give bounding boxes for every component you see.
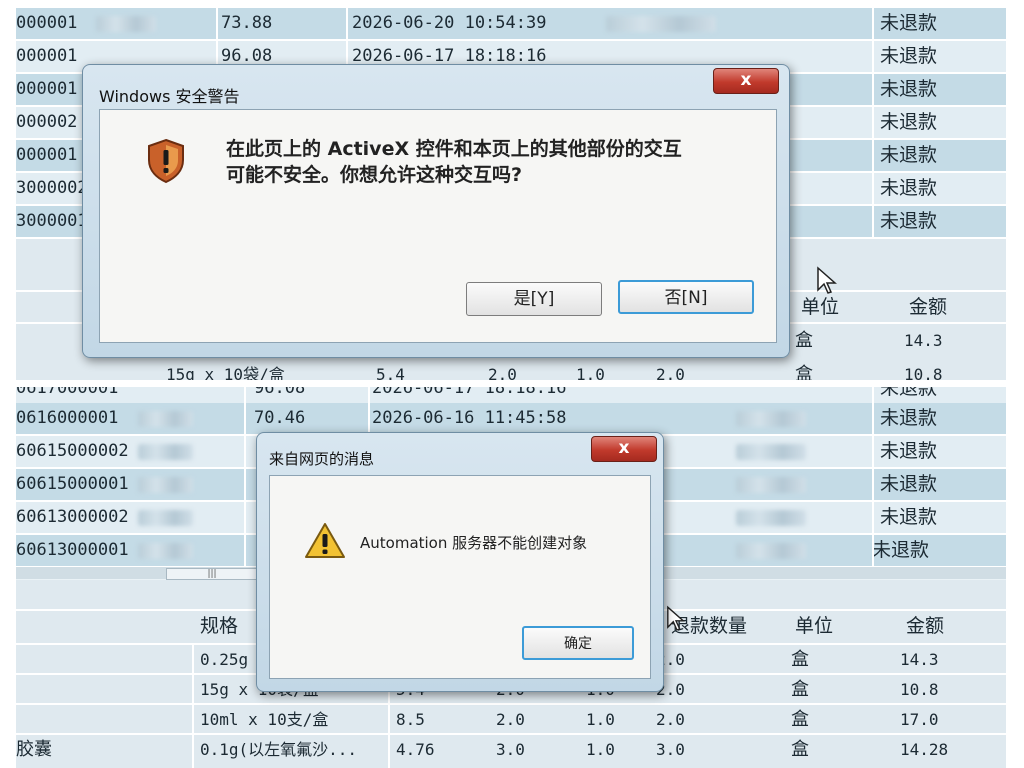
column-divider [872, 8, 874, 239]
blurred-text [736, 444, 806, 460]
table-row[interactable]: 000001 73.88 2026-06-20 10:54:39 未退款 [16, 8, 1006, 41]
mouse-cursor-icon [817, 266, 837, 294]
close-button[interactable]: x [591, 436, 657, 462]
security-warning-dialog: Windows 安全警告 x 在此页上的 ActiveX 控件和本页上的其他部份… [82, 64, 790, 358]
no-button[interactable]: 否[N] [618, 280, 754, 314]
scrollbar-thumb[interactable]: ||| [166, 568, 258, 580]
blurred-text [138, 411, 193, 427]
blurred-text [138, 510, 193, 526]
blurred-text [138, 543, 193, 559]
column-header-amount[interactable]: 金额 [909, 292, 947, 322]
yes-button[interactable]: 是[Y] [466, 282, 602, 316]
close-button[interactable]: x [713, 68, 779, 94]
column-divider [872, 387, 874, 568]
column-header-unit[interactable]: 单位 [801, 292, 839, 322]
column-header-unit[interactable]: 单位 [795, 611, 833, 641]
blurred-text [138, 477, 193, 493]
dialog-title: Windows 安全警告 [99, 87, 240, 106]
blurred-text [736, 477, 806, 493]
ok-button[interactable]: 确定 [522, 626, 634, 660]
warning-message-line1: 在此页上的 ActiveX 控件和本页上的其他部份的交互 [226, 138, 682, 160]
blurred-text [96, 16, 156, 32]
blurred-text [138, 444, 193, 460]
dialog-body: Automation 服务器不能创建对象 确定 [269, 475, 651, 679]
webpage-message-dialog: 来自网页的消息 x Automation 服务器不能创建对象 确定 [256, 432, 664, 692]
column-header-amount[interactable]: 金额 [906, 611, 944, 641]
column-divider [244, 387, 246, 568]
column-divider [192, 643, 194, 768]
dialog-body: 在此页上的 ActiveX 控件和本页上的其他部份的交互 可能不安全。你想允许这… [99, 109, 777, 343]
column-header-spec[interactable]: 规格 [200, 611, 238, 641]
error-message: Automation 服务器不能创建对象 [360, 534, 588, 552]
warning-message-line2: 可能不安全。你想允许这种交互吗? [226, 164, 523, 186]
blurred-text [736, 411, 806, 427]
blurred-text [736, 543, 806, 559]
blurred-text [606, 16, 716, 32]
warning-icon [305, 523, 345, 558]
shield-icon [148, 138, 184, 184]
mouse-cursor-icon [667, 605, 686, 631]
blurred-text [736, 510, 806, 526]
dialog-title: 来自网页的消息 [269, 450, 375, 468]
